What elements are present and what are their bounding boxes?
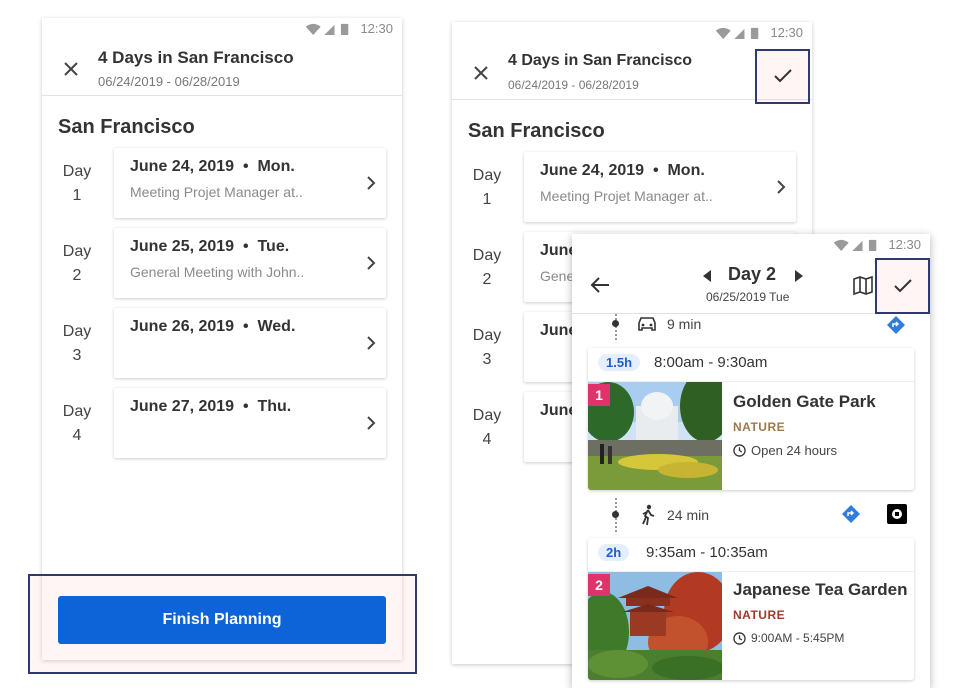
status-time: 12:30 [360, 21, 393, 36]
stop-time-range: 9:35am - 10:35am [646, 544, 768, 561]
car-icon [638, 317, 656, 331]
signal-battery-icons [305, 23, 349, 35]
stop-card[interactable]: 1.5h 8:00am - 9:30am 1 Golden Gate Park … [588, 348, 914, 490]
day-weekday: Tue. [257, 238, 290, 255]
uber-icon[interactable] [887, 504, 907, 524]
finish-planning-button[interactable]: Finish Planning [58, 596, 386, 644]
stop-hours: 9:00AM - 5:45PM [751, 631, 845, 645]
city-heading: San Francisco [58, 116, 195, 138]
chevron-right-icon [367, 416, 376, 430]
day-note: Meeting Projet Manager at.. [130, 184, 303, 200]
trip-title: 4 Days in San Francisco [98, 48, 294, 67]
stop-duration-badge: 2h [598, 544, 630, 561]
close-icon[interactable] [62, 60, 80, 78]
day-subtitle: 06/25/2019 Tue [706, 290, 790, 304]
stop-index-badge: 2 [588, 574, 610, 596]
day-card[interactable]: June 25, 2019 • Tue. General Meeting wit… [114, 228, 386, 298]
stop-card[interactable]: 2h 9:35am - 10:35am 2 Japanese Tea Garde… [588, 538, 914, 680]
map-icon[interactable] [852, 274, 874, 296]
stop-index-badge: 1 [588, 384, 610, 406]
signal-battery-icons [833, 239, 877, 251]
day-label: Day 2 [62, 243, 92, 284]
chevron-right-icon [777, 180, 786, 194]
day-label: Day 4 [472, 407, 502, 448]
status-bar: 12:30 [572, 234, 930, 256]
back-arrow-icon[interactable] [590, 276, 610, 294]
check-icon[interactable] [893, 277, 913, 295]
next-day-icon[interactable] [794, 270, 804, 282]
day-card[interactable]: June 24, 2019 • Mon. Meeting Projet Mana… [524, 152, 796, 222]
chevron-right-icon [367, 256, 376, 270]
day-label: Day 3 [62, 323, 92, 364]
status-time: 12:30 [888, 237, 921, 252]
day-label: Day 4 [62, 403, 92, 444]
transit-duration: 24 min [667, 507, 710, 523]
day-label: Day 1 [62, 163, 92, 204]
day-date: June 25, 2019 [130, 238, 235, 255]
day-date: June 27, 2019 [130, 398, 235, 415]
prev-day-icon[interactable] [702, 270, 712, 282]
day-date: June 24, 2019 [130, 158, 235, 175]
city-heading: San Francisco [468, 120, 605, 142]
day-weekday: Wed. [257, 318, 296, 335]
day-weekday: Mon. [257, 158, 295, 175]
clock-icon [733, 632, 746, 645]
day-weekday: Mon. [667, 162, 705, 179]
day-note: General Meeting with John.. [130, 264, 305, 280]
stop-name: Golden Gate Park [733, 392, 876, 411]
trip-dates: 06/24/2019 - 06/28/2019 [508, 78, 639, 92]
stop-category: NATURE [733, 608, 786, 622]
transit-duration: 9 min [667, 316, 702, 332]
day-note: Meeting Projet Manager at.. [540, 188, 713, 204]
signal-battery-icons [715, 27, 759, 39]
trip-dates: 06/24/2019 - 06/28/2019 [98, 74, 240, 89]
day-label: Day 2 [472, 247, 502, 288]
day-date: June 26, 2019 [130, 318, 235, 335]
day-note-partial: Gene [540, 268, 575, 284]
day-card[interactable]: June 27, 2019 • Thu. [114, 388, 386, 458]
day-title: Day 2 [728, 264, 777, 284]
stop-duration-badge: 1.5h [598, 354, 641, 371]
stop-category: NATURE [733, 420, 786, 434]
day-card[interactable]: June 26, 2019 • Wed. [114, 308, 386, 378]
status-bar: 12:30 [42, 18, 402, 40]
chevron-right-icon [367, 336, 376, 350]
stop-time-range: 8:00am - 9:30am [654, 354, 768, 371]
clock-icon [733, 444, 746, 457]
check-icon[interactable] [773, 67, 793, 85]
directions-icon[interactable] [841, 504, 861, 524]
chevron-right-icon [367, 176, 376, 190]
day-weekday: Thu. [257, 398, 292, 415]
day-card[interactable]: June 24, 2019 • Mon. Meeting Projet Mana… [114, 148, 386, 218]
stop-hours: Open 24 hours [751, 443, 838, 458]
directions-icon[interactable] [886, 315, 906, 335]
trip-overview-screen: 12:30 4 Days in San Francisco 06/24/2019… [42, 18, 402, 660]
app-header: 4 Days in San Francisco 06/24/2019 - 06/… [42, 40, 402, 96]
status-bar: 12:30 [452, 22, 812, 44]
trip-title: 4 Days in San Francisco [508, 52, 693, 69]
day-date: June 24, 2019 [540, 162, 645, 179]
day-label: Day 3 [472, 327, 502, 368]
stop-name: Japanese Tea Garden [733, 580, 908, 599]
walk-icon [642, 504, 655, 526]
day-label: Day 1 [472, 167, 502, 208]
close-icon[interactable] [472, 64, 490, 82]
status-time: 12:30 [770, 25, 803, 40]
